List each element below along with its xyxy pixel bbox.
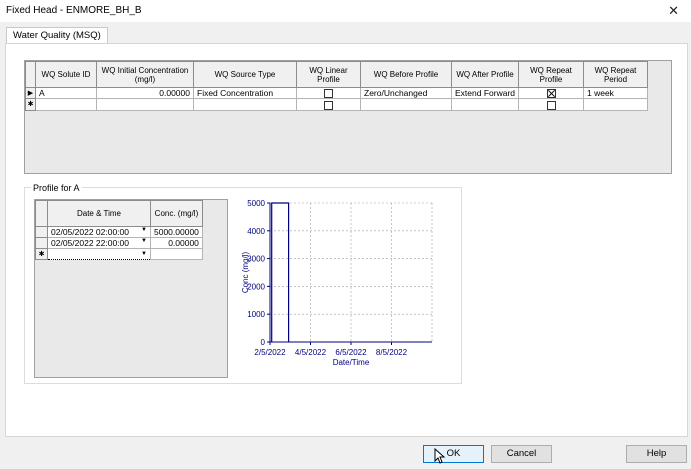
col-header[interactable]: Conc. (mg/l) xyxy=(150,200,203,227)
col-header[interactable]: WQ Before Profile xyxy=(360,61,452,88)
col-header[interactable]: WQ Initial Concentration (mg/l) xyxy=(96,61,194,88)
row-header-corner xyxy=(35,200,48,227)
y-tick-label: 4000 xyxy=(247,227,265,236)
new-conc-cell[interactable] xyxy=(150,248,203,260)
after-profile-cell[interactable]: Extend Forward xyxy=(451,86,519,100)
repeat-profile-cell[interactable] xyxy=(518,86,584,100)
x-axis-label: Date/Time xyxy=(333,358,370,367)
x-tick-label: 2/5/2022 xyxy=(254,348,286,357)
new-row-cell[interactable] xyxy=(193,98,297,111)
series-line xyxy=(271,202,290,342)
help-button[interactable]: Help xyxy=(626,445,687,463)
x-tick-label: 4/5/2022 xyxy=(295,348,327,357)
new-row-icon: ✱ xyxy=(25,98,36,111)
repeat-profile-checkbox[interactable] xyxy=(546,89,556,99)
y-tick-label: 1000 xyxy=(247,310,265,319)
y-tick-label: 5000 xyxy=(247,199,265,208)
col-header[interactable]: Date & Time xyxy=(47,200,151,227)
dropdown-arrow-icon[interactable]: ▼ xyxy=(141,251,147,257)
new-row-cell[interactable] xyxy=(96,98,194,111)
col-header[interactable]: WQ Linear Profile xyxy=(296,61,361,88)
profile-group-label: Profile for A xyxy=(31,183,82,193)
date-value: 02/05/2022 22:00:00 xyxy=(51,238,129,248)
new-row-cell[interactable] xyxy=(296,98,361,111)
y-axis-label: Conc (mg/l) xyxy=(241,251,250,293)
new-row-cell[interactable] xyxy=(583,98,648,111)
source-type-cell[interactable]: Fixed Concentration xyxy=(193,86,297,100)
date-cell[interactable]: 02/05/2022 22:00:00 ▼ xyxy=(47,237,151,249)
date-cell[interactable]: 02/05/2022 02:00:00 ▼ xyxy=(47,226,151,238)
row-header-corner xyxy=(25,61,36,88)
new-row-icon: ✱ xyxy=(35,248,48,260)
wq-grid[interactable]: WQ Solute ID WQ Initial Concentration (m… xyxy=(24,60,672,174)
profile-chart: 0100020003000400050002/5/2022 4/5/2022 6/5… xyxy=(241,199,433,367)
title-bar: Fixed Head - ENMORE_BH_B ✕ xyxy=(0,0,691,22)
y-tick-label: 0 xyxy=(261,338,266,347)
window-title: Fixed Head - ENMORE_BH_B xyxy=(6,5,142,16)
ok-button[interactable]: OK xyxy=(423,445,484,463)
mouse-cursor-icon xyxy=(434,448,446,464)
solute-id-cell[interactable]: A xyxy=(35,86,97,100)
x-tick-label: 8/5/2022 xyxy=(376,348,408,357)
close-icon[interactable]: ✕ xyxy=(668,3,679,19)
col-header[interactable]: WQ Repeat Profile xyxy=(518,61,584,88)
new-row-cell[interactable] xyxy=(518,98,584,111)
initial-conc-cell[interactable]: 0.00000 xyxy=(96,86,194,100)
new-row-cell[interactable] xyxy=(451,98,519,111)
col-header[interactable]: WQ Source Type xyxy=(193,61,297,88)
dropdown-arrow-icon[interactable]: ▼ xyxy=(141,227,147,233)
x-tick-label: 6/5/2022 xyxy=(335,348,367,357)
new-row-cell[interactable] xyxy=(360,98,452,111)
tab-water-quality[interactable]: Water Quality (MSQ) xyxy=(6,27,108,44)
wq-table: WQ Solute ID WQ Initial Concentration (m… xyxy=(25,61,648,111)
new-row-cell[interactable] xyxy=(35,98,97,111)
before-profile-cell[interactable]: Zero/Unchanged xyxy=(360,86,452,100)
col-header[interactable]: WQ Repeat Period xyxy=(583,61,648,88)
col-header[interactable]: WQ After Profile xyxy=(451,61,519,88)
conc-cell[interactable]: 0.00000 xyxy=(150,237,203,249)
col-header[interactable]: WQ Solute ID xyxy=(35,61,97,88)
cancel-button[interactable]: Cancel xyxy=(491,445,552,463)
row-header xyxy=(35,237,48,249)
current-row-icon: ▶ xyxy=(25,86,36,100)
profile-table: Date & Time Conc. (mg/l) 02/05/2022 02:0… xyxy=(35,200,203,260)
conc-cell[interactable]: 5000.00000 xyxy=(150,226,203,238)
repeat-profile-checkbox[interactable] xyxy=(546,100,556,110)
linear-profile-cell[interactable] xyxy=(296,86,361,100)
new-date-cell[interactable]: ▼ xyxy=(47,248,151,260)
linear-profile-checkbox[interactable] xyxy=(324,100,333,110)
row-header xyxy=(35,226,48,238)
dropdown-arrow-icon[interactable]: ▼ xyxy=(141,238,147,244)
linear-profile-checkbox[interactable] xyxy=(324,89,333,99)
repeat-period-cell[interactable]: 1 week xyxy=(583,86,648,100)
date-value: 02/05/2022 02:00:00 xyxy=(51,227,129,237)
profile-grid[interactable]: Date & Time Conc. (mg/l) 02/05/2022 02:0… xyxy=(34,199,228,378)
